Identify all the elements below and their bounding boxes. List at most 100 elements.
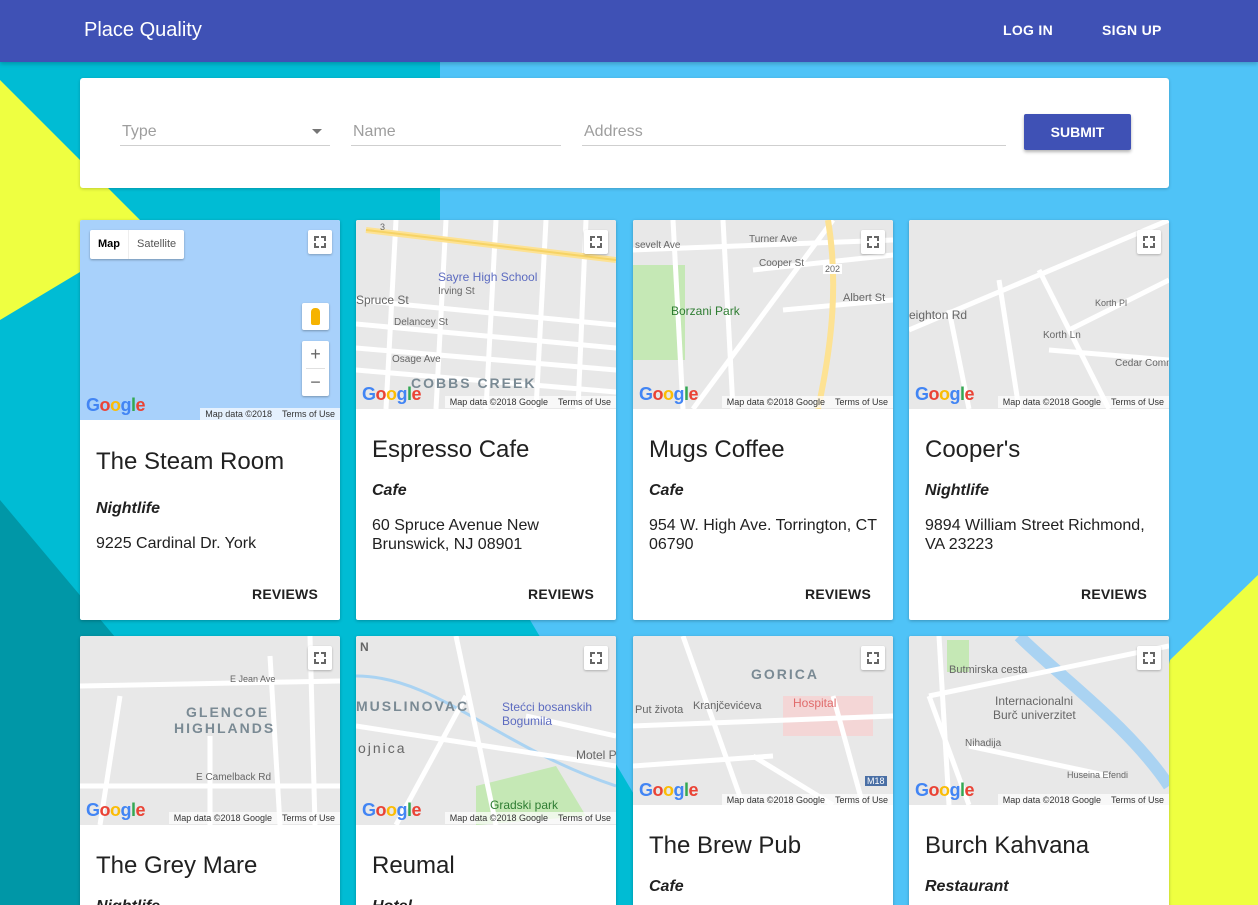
map-label: sevelt Ave [635,240,681,251]
pegman-icon[interactable] [302,303,329,330]
map-label: N [360,640,369,654]
map-label: Korth Pl [1095,298,1128,308]
place-name: Espresso Cafe [372,436,530,463]
fullscreen-icon[interactable] [584,230,608,254]
name-placeholder: Name [353,123,396,140]
terms-link[interactable]: Terms of Use [1111,795,1164,805]
reviews-button[interactable]: REVIEWS [1081,586,1147,602]
fullscreen-icon[interactable] [1137,230,1161,254]
map-label: Gradski park [490,798,559,812]
name-input[interactable]: Name [351,118,561,146]
map-attribution: Map data ©2018 Terms of Use [200,408,340,420]
reviews-button[interactable]: REVIEWS [528,586,594,602]
map-attribution: Map data ©2018 Google Terms of Use [721,396,893,408]
map-label: Korth Ln [1043,330,1081,341]
map-label: Huseina Efendi [1067,770,1129,780]
place-type: Nightlife [96,898,160,905]
map-view[interactable]: Butmirska cesta Internacionalni Burč uni… [909,636,1169,805]
fullscreen-icon[interactable] [308,646,332,670]
map-view[interactable]: GORICA Hospital Kranjčevićeva Put života… [633,636,893,805]
place-name: Mugs Coffee [649,436,785,463]
map-label: Borzani Park [671,304,740,318]
map-label: Spruce St [356,293,409,307]
map-label: MUSLINOVAC [356,698,470,714]
map-attribution: Map data ©2018 Google Terms of Use [721,794,893,805]
place-name: Reumal [372,852,455,879]
place-name: The Brew Pub [649,832,802,859]
map-label: Osage Ave [392,354,441,365]
map-view[interactable]: GLENCOE HIGHLANDS E Jean Ave E Camelback… [80,636,340,825]
map-type-satellite-button[interactable]: Satellite [129,230,184,259]
place-type: Cafe [372,482,407,499]
place-type: Cafe [649,482,684,499]
terms-link[interactable]: Terms of Use [835,795,888,805]
map-view[interactable]: Sayre High School Spruce St Irving St De… [356,220,616,409]
google-logo: Google [362,384,422,404]
map-label: eighton Rd [909,308,968,322]
app-title[interactable]: Place Quality [84,19,202,42]
place-address: 9894 William Street Richmond, VA 23223 [925,517,1145,553]
login-button[interactable]: LOG IN [1003,22,1053,38]
fullscreen-icon[interactable] [861,230,885,254]
map-label: E Camelback Rd [196,772,272,783]
reviews-button[interactable]: REVIEWS [805,586,871,602]
map-label: Nihadija [965,738,1002,749]
place-name: The Steam Room [96,448,285,475]
google-logo: Google [86,395,146,415]
map-label: M18 [865,776,887,786]
map-data-text: Map data ©2018 [205,409,272,419]
map-label: Motel P [576,748,616,762]
map-label: Hospital [793,696,837,710]
map-data-text: Map data ©2018 Google [726,397,825,407]
map-data-text: Map data ©2018 Google [726,795,825,805]
place-type: Hotel [372,898,412,905]
terms-link[interactable]: Terms of Use [835,397,888,407]
map-view[interactable]: eighton Rd Korth Ln Korth Pl Cedar Comm … [909,220,1169,409]
submit-button[interactable]: SUBMIT [1024,114,1131,150]
map-view[interactable]: MUSLINOVAC Stećci bosanskih Bogumila Mot… [356,636,616,825]
place-card: eighton Rd Korth Ln Korth Pl Cedar Comm … [909,220,1169,620]
place-name: Burch Kahvana [925,832,1090,859]
place-card: Butmirska cesta Internacionalni Burč uni… [909,636,1169,905]
fullscreen-icon[interactable] [584,646,608,670]
zoom-out-button[interactable]: − [302,369,329,396]
place-type: Cafe [649,878,684,895]
map-label: Bogumila [502,714,553,728]
map-label: Irving St [438,286,475,297]
map-label: COBBS CREEK [411,375,537,391]
reviews-button[interactable]: REVIEWS [252,586,318,602]
fullscreen-icon[interactable] [308,230,332,254]
terms-link[interactable]: Terms of Use [558,397,611,407]
google-logo: Google [915,384,975,404]
map-view[interactable]: Map Satellite + − Google Map data ©2018 T… [80,220,340,420]
fullscreen-icon[interactable] [861,646,885,670]
terms-link[interactable]: Terms of Use [282,409,335,419]
map-type-map-button[interactable]: Map [90,230,129,259]
zoom-control: + − [302,341,329,396]
app-bar: Place Quality LOG IN SIGN UP [0,0,1258,62]
place-type: Nightlife [96,500,160,517]
google-logo: Google [639,780,699,800]
type-select[interactable]: Type [120,118,330,146]
google-logo: Google [639,384,699,404]
zoom-in-button[interactable]: + [302,341,329,368]
map-type-control: Map Satellite [90,230,185,259]
map-label: Delancey St [394,317,448,328]
address-input[interactable]: Address [582,118,1006,146]
map-label: Burč univerzitet [993,708,1076,722]
map-data-text: Map data ©2018 Google [449,397,548,407]
map-data-text: Map data ©2018 Google [173,813,272,823]
signup-button[interactable]: SIGN UP [1102,22,1162,38]
terms-link[interactable]: Terms of Use [282,813,335,823]
map-data-text: Map data ©2018 Google [1002,795,1101,805]
fullscreen-icon[interactable] [1137,646,1161,670]
map-label: Turner Ave [749,234,798,245]
map-view[interactable]: Borzani Park Turner Ave Cooper St Albert… [633,220,893,409]
map-attribution: Map data ©2018 Google Terms of Use [168,812,340,824]
place-card: Sayre High School Spruce St Irving St De… [356,220,616,620]
map-label: GORICA [751,666,819,682]
map-attribution: Map data ©2018 Google Terms of Use [997,794,1169,805]
terms-link[interactable]: Terms of Use [558,813,611,823]
map-attribution: Map data ©2018 Google Terms of Use [444,396,616,408]
terms-link[interactable]: Terms of Use [1111,397,1164,407]
